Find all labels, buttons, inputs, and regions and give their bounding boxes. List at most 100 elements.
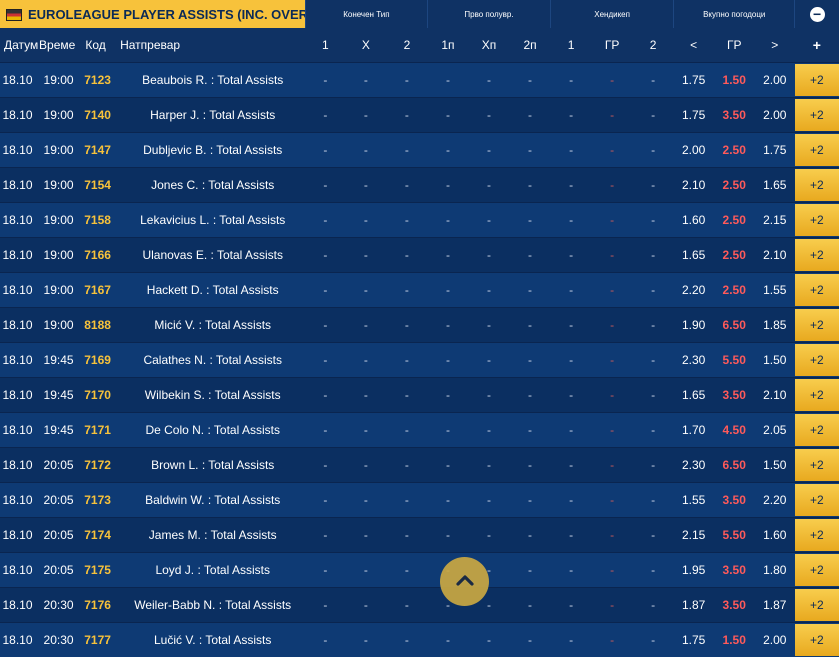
odd-total-over[interactable]: 1.65 [754,166,795,202]
more-markets-button[interactable]: +2 [794,308,839,341]
row-match-name[interactable]: Brown L. : Total Assists [114,446,306,482]
row-match-name[interactable]: Calathes N. : Total Assists [114,341,306,377]
col-match[interactable]: Натпревар [114,28,305,62]
odd-total-under[interactable]: 1.75 [673,61,714,97]
more-markets-button[interactable]: +2 [794,203,839,236]
row-code[interactable]: 7167 [77,271,115,307]
odd-total-under[interactable]: 2.30 [673,341,714,377]
odd-total-under[interactable]: 1.70 [673,411,714,447]
row-match-name[interactable]: Dubljevic B. : Total Assists [114,131,306,167]
more-markets-button[interactable]: +2 [794,63,839,96]
col-code[interactable]: Код [77,28,114,62]
odd-total-over[interactable]: 1.50 [754,341,795,377]
col-more: + [812,36,821,53]
col-date[interactable]: Датум [0,28,38,62]
odd-total-under[interactable]: 2.20 [673,271,714,307]
odd-total-over[interactable]: 1.50 [754,446,795,482]
row-date: 18.10 [0,341,39,377]
odd-handicap-gr: - [591,586,633,622]
row-code[interactable]: 7172 [77,446,115,482]
more-markets-button[interactable]: +2 [794,133,839,166]
row-code[interactable]: 7166 [77,236,115,272]
odd-total-over[interactable]: 2.15 [754,201,795,237]
odd-total-over[interactable]: 2.00 [754,621,795,657]
row-code[interactable]: 7173 [77,481,115,517]
odd-total-over[interactable]: 2.05 [754,411,795,447]
more-markets-button[interactable]: +2 [794,98,839,131]
odd-total-under[interactable]: 2.30 [673,446,714,482]
row-code[interactable]: 8188 [77,306,115,342]
odd-total-over[interactable]: 2.10 [754,236,795,272]
more-markets-button[interactable]: +2 [794,518,839,551]
odd-final-1: - [305,551,346,587]
more-markets-button[interactable]: +2 [794,343,839,376]
odd-total-over[interactable]: 1.55 [754,271,795,307]
row-match-name[interactable]: Baldwin W. : Total Assists [114,481,306,517]
row-match-name[interactable]: Harper J. : Total Assists [114,96,306,132]
odd-total-under[interactable]: 1.60 [673,201,714,237]
minus-circle-icon[interactable]: − [809,6,825,22]
odd-total-under[interactable]: 1.75 [673,621,714,657]
odd-total-over[interactable]: 2.10 [754,376,795,412]
row-match-name[interactable]: Lučić V. : Total Assists [114,621,306,657]
more-markets-button[interactable]: +2 [794,448,839,481]
odd-total-under[interactable]: 2.15 [673,516,714,552]
odd-total-over[interactable]: 2.00 [754,96,795,132]
odd-total-under[interactable]: 1.87 [673,586,714,622]
row-code[interactable]: 7154 [77,166,115,202]
scroll-to-top-button[interactable] [440,557,489,606]
odd-total-under[interactable]: 1.65 [673,376,714,412]
odd-total-under[interactable]: 1.75 [673,96,714,132]
odd-total-over[interactable]: 1.75 [754,131,795,167]
odd-total-under[interactable]: 1.90 [673,306,714,342]
col-time[interactable]: Време [38,28,77,62]
odd-half-2: - [509,446,551,482]
more-markets-button[interactable]: +2 [794,238,839,271]
row-code[interactable]: 7170 [77,376,115,412]
row-match-name[interactable]: Loyd J. : Total Assists [114,551,306,587]
row-code[interactable]: 7176 [77,586,115,622]
row-match-name[interactable]: Lekavicius L. : Total Assists [114,201,306,237]
row-match-name[interactable]: Weiler-Babb N. : Total Assists [114,586,306,622]
odd-total-over[interactable]: 1.80 [754,551,795,587]
odd-half-x: - [468,166,510,202]
odd-total-under[interactable]: 1.55 [673,481,714,517]
row-code[interactable]: 7158 [77,201,115,237]
odd-final-1: - [305,131,346,167]
row-match-name[interactable]: Hackett D. : Total Assists [114,271,306,307]
row-time: 19:45 [38,341,78,377]
odd-total-under[interactable]: 2.00 [673,131,714,167]
row-match-name[interactable]: Jones C. : Total Assists [114,166,306,202]
more-markets-button[interactable]: +2 [794,623,839,656]
row-code[interactable]: 7169 [77,341,115,377]
more-markets-button[interactable]: +2 [794,553,839,586]
more-markets-button[interactable]: +2 [794,483,839,516]
odd-total-over[interactable]: 2.20 [754,481,795,517]
row-code[interactable]: 7171 [77,411,115,447]
row-match-name[interactable]: Beaubois R. : Total Assists [114,61,306,97]
row-code[interactable]: 7140 [77,96,115,132]
odd-total-over[interactable]: 1.85 [754,306,795,342]
more-markets-button[interactable]: +2 [794,378,839,411]
odd-total-over[interactable]: 1.87 [754,586,795,622]
league-title-bar[interactable]: EUROLEAGUE PLAYER ASSISTS (INC. OVER ... [0,0,306,28]
row-code[interactable]: 7123 [77,61,115,97]
row-match-name[interactable]: Micić V. : Total Assists [114,306,306,342]
row-match-name[interactable]: Ulanovas E. : Total Assists [114,236,306,272]
more-markets-button[interactable]: +2 [794,168,839,201]
more-markets-button[interactable]: +2 [794,273,839,306]
row-code[interactable]: 7177 [77,621,115,657]
odd-total-under[interactable]: 1.65 [673,236,714,272]
odd-total-under[interactable]: 2.10 [673,166,714,202]
more-markets-button[interactable]: +2 [794,588,839,621]
odd-total-over[interactable]: 1.60 [754,516,795,552]
row-code[interactable]: 7147 [77,131,115,167]
row-code[interactable]: 7174 [77,516,115,552]
row-match-name[interactable]: James M. : Total Assists [114,516,306,552]
more-markets-button[interactable]: +2 [794,413,839,446]
odd-total-under[interactable]: 1.95 [673,551,714,587]
odd-total-over[interactable]: 2.00 [754,61,795,97]
row-match-name[interactable]: De Colo N. : Total Assists [114,411,306,447]
row-match-name[interactable]: Wilbekin S. : Total Assists [114,376,306,412]
row-code[interactable]: 7175 [77,551,115,587]
